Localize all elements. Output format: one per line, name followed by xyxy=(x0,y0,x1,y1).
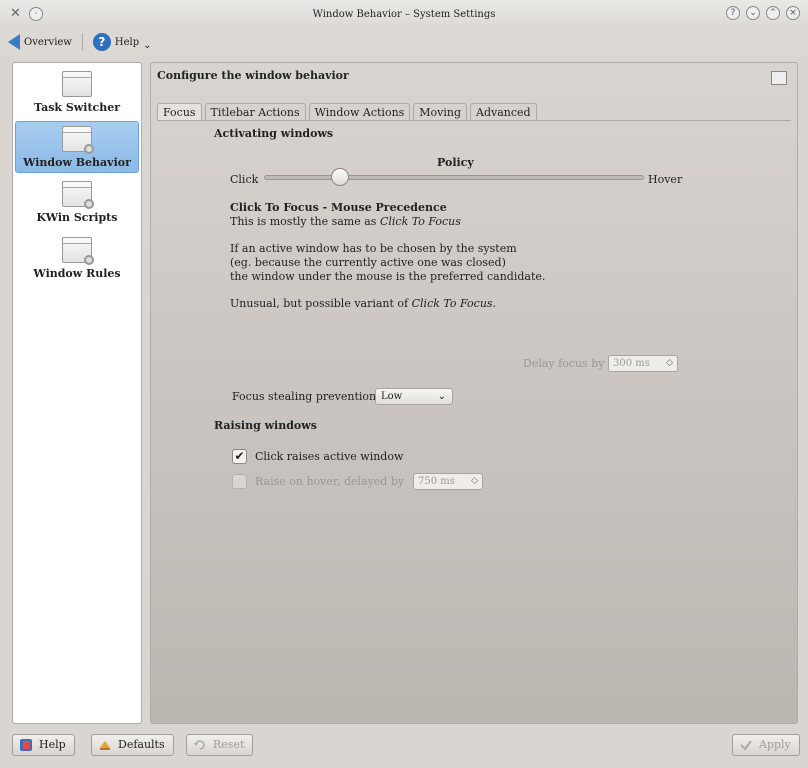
chevron-down-icon: ⌄ xyxy=(143,39,152,51)
policy-name: Click To Focus - Mouse Precedence xyxy=(230,201,447,214)
defaults-icon xyxy=(100,741,110,750)
apply-button[interactable]: Apply xyxy=(732,734,800,756)
toolbar-separator xyxy=(81,33,83,51)
defaults-button[interactable]: Defaults xyxy=(91,734,174,756)
policy-slider-handle[interactable] xyxy=(331,168,349,186)
overview-button[interactable]: Overview xyxy=(8,34,72,50)
sidebar-item-label: Window Rules xyxy=(33,267,121,280)
reset-icon xyxy=(194,740,205,750)
help-label: Help xyxy=(114,36,140,48)
policy-description-line1: This is mostly the same as Click To Focu… xyxy=(230,215,461,228)
policy-description-p2-l1: If an active window has to be chosen by … xyxy=(230,242,517,255)
tools-icon[interactable]: ✕ xyxy=(10,6,21,21)
tab-bar: Focus Titlebar Actions Window Actions Mo… xyxy=(157,103,537,121)
click-raises-checkbox[interactable]: ✔ xyxy=(232,449,247,464)
tab-moving[interactable]: Moving xyxy=(413,103,468,121)
delay-focus-value: 300 ms xyxy=(613,358,650,369)
pin-icon[interactable]: · xyxy=(28,6,43,21)
delay-focus-spinbox[interactable]: 300 ms ◇ xyxy=(608,355,678,372)
policy-description-p2-l3: the window under the mouse is the prefer… xyxy=(230,270,546,283)
help-book-icon xyxy=(20,739,32,751)
back-arrow-icon xyxy=(8,34,20,50)
raise-on-hover-checkbox[interactable] xyxy=(232,474,247,489)
focus-tab-panel: Activating windows Policy Click Hover Cl… xyxy=(157,120,791,718)
page-title: Configure the window behavior xyxy=(157,69,349,82)
title-left-controls: ✕ · xyxy=(10,6,43,21)
sidebar-item-label: KWin Scripts xyxy=(36,211,118,224)
help-menu-button[interactable]: ? Help ⌄ xyxy=(92,33,152,51)
tab-focus[interactable]: Focus xyxy=(157,103,202,121)
window-settings-icon xyxy=(62,181,94,209)
spin-arrows-icon: ◇ xyxy=(471,476,478,486)
maximize-button[interactable]: ⌃ xyxy=(766,6,780,20)
reset-button[interactable]: Reset xyxy=(186,734,254,756)
overview-label: Overview xyxy=(24,36,72,48)
footer-bar: Help Defaults Reset Apply xyxy=(0,730,808,768)
window-settings-icon xyxy=(62,126,94,154)
chevron-down-icon: ⌄ xyxy=(437,391,446,402)
sidebar-item-window-rules[interactable]: Window Rules xyxy=(15,233,139,285)
checkmark-icon xyxy=(740,740,752,751)
help-context-button[interactable]: ? xyxy=(726,6,740,20)
sidebar-item-task-switcher[interactable]: Task Switcher xyxy=(15,67,139,119)
close-button[interactable]: × xyxy=(786,6,800,20)
main-panel: Configure the window behavior Focus Titl… xyxy=(150,62,798,724)
slider-left-label: Click xyxy=(230,173,259,186)
click-raises-label: Click raises active window xyxy=(255,450,404,463)
tab-titlebar-actions[interactable]: Titlebar Actions xyxy=(204,103,306,121)
sidebar-item-kwin-scripts[interactable]: KWin Scripts xyxy=(15,177,139,229)
policy-label: Policy xyxy=(437,156,474,169)
settings-info-icon[interactable] xyxy=(771,71,787,85)
title-bar: ✕ · Window Behavior – System Settings ? … xyxy=(0,0,808,28)
window-controls: ? ⌄ ⌃ × xyxy=(726,6,800,20)
window-icon xyxy=(62,71,92,97)
help-icon: ? xyxy=(92,33,111,51)
sidebar-item-label: Window Behavior xyxy=(23,156,131,169)
raise-on-hover-label: Raise on hover, delayed by xyxy=(255,475,405,488)
tab-window-actions[interactable]: Window Actions xyxy=(308,103,411,121)
window-settings-icon xyxy=(62,237,94,265)
focus-stealing-combo[interactable]: Low ⌄ xyxy=(375,388,453,405)
sidebar-item-label: Task Switcher xyxy=(33,101,121,114)
toolbar: Overview ? Help ⌄ xyxy=(0,28,808,56)
raising-windows-heading: Raising windows xyxy=(214,419,317,432)
delay-focus-label: Delay focus by xyxy=(523,357,605,370)
raise-delay-spinbox[interactable]: 750 ms ◇ xyxy=(413,473,483,490)
spin-arrows-icon: ◇ xyxy=(666,358,673,368)
help-button[interactable]: Help xyxy=(12,734,75,756)
policy-description-p2-l2: (eg. because the currently active one wa… xyxy=(230,256,506,269)
policy-slider-track[interactable] xyxy=(264,175,644,180)
policy-description-p3: Unusual, but possible variant of Click T… xyxy=(230,297,497,310)
sidebar: Task Switcher Window Behavior KWin Scrip… xyxy=(12,62,142,724)
focus-stealing-value: Low xyxy=(381,391,403,402)
focus-stealing-label: Focus stealing prevention xyxy=(232,390,377,403)
tab-advanced[interactable]: Advanced xyxy=(470,103,537,121)
sidebar-item-window-behavior[interactable]: Window Behavior xyxy=(15,121,139,173)
window-title: Window Behavior – System Settings xyxy=(312,8,496,20)
raise-delay-value: 750 ms xyxy=(418,476,455,487)
minimize-button[interactable]: ⌄ xyxy=(746,6,760,20)
activating-windows-heading: Activating windows xyxy=(214,127,334,140)
slider-right-label: Hover xyxy=(648,173,683,186)
